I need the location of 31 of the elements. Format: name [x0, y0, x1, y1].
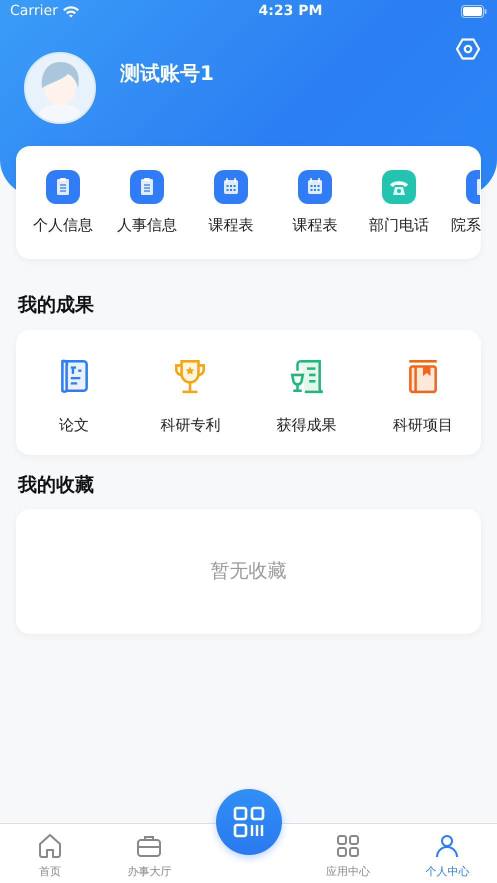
item-label[interactable]: 论文 — [59, 414, 90, 436]
clock-time: 4:23 PM — [258, 2, 322, 20]
item-label[interactable]: 获得成果 — [276, 414, 337, 436]
battery-icon — [461, 4, 487, 18]
tab-item[interactable]: 个人中心 — [398, 824, 497, 883]
empty-message: 暂无收藏 — [210, 559, 286, 584]
app-label[interactable]: 院系 — [451, 214, 481, 236]
app-icon[interactable] — [466, 170, 480, 204]
app-icon[interactable] — [130, 170, 164, 204]
section-title: 我的成果 — [18, 293, 95, 318]
item-label[interactable]: 科研专利 — [160, 414, 220, 436]
tab-item[interactable]: 首页 — [0, 824, 100, 883]
app-label[interactable]: 课程表 — [208, 214, 254, 236]
app-label[interactable]: 课程表 — [292, 214, 338, 236]
app-icon[interactable] — [382, 170, 416, 204]
carrier-name: Carrier — [10, 2, 58, 20]
item-label[interactable]: 科研项目 — [392, 414, 453, 436]
scan-button[interactable] — [216, 789, 282, 855]
app-icon[interactable] — [214, 170, 248, 204]
section-title: 我的收藏 — [18, 472, 95, 498]
qr-code-icon — [230, 804, 266, 840]
app-label[interactable]: 部门电话 — [369, 214, 429, 236]
tab-item[interactable]: 应用中心 — [298, 824, 398, 883]
app-icon[interactable] — [46, 170, 80, 204]
app-label[interactable]: 个人信息 — [33, 214, 93, 236]
tab-item[interactable]: 办事大厅 — [100, 824, 199, 883]
user-name: 测试账号1 — [120, 60, 214, 87]
wifi-icon — [62, 4, 80, 18]
app-label[interactable]: 人事信息 — [117, 214, 177, 236]
app-icon[interactable] — [298, 170, 332, 204]
settings-icon[interactable] — [455, 36, 481, 62]
